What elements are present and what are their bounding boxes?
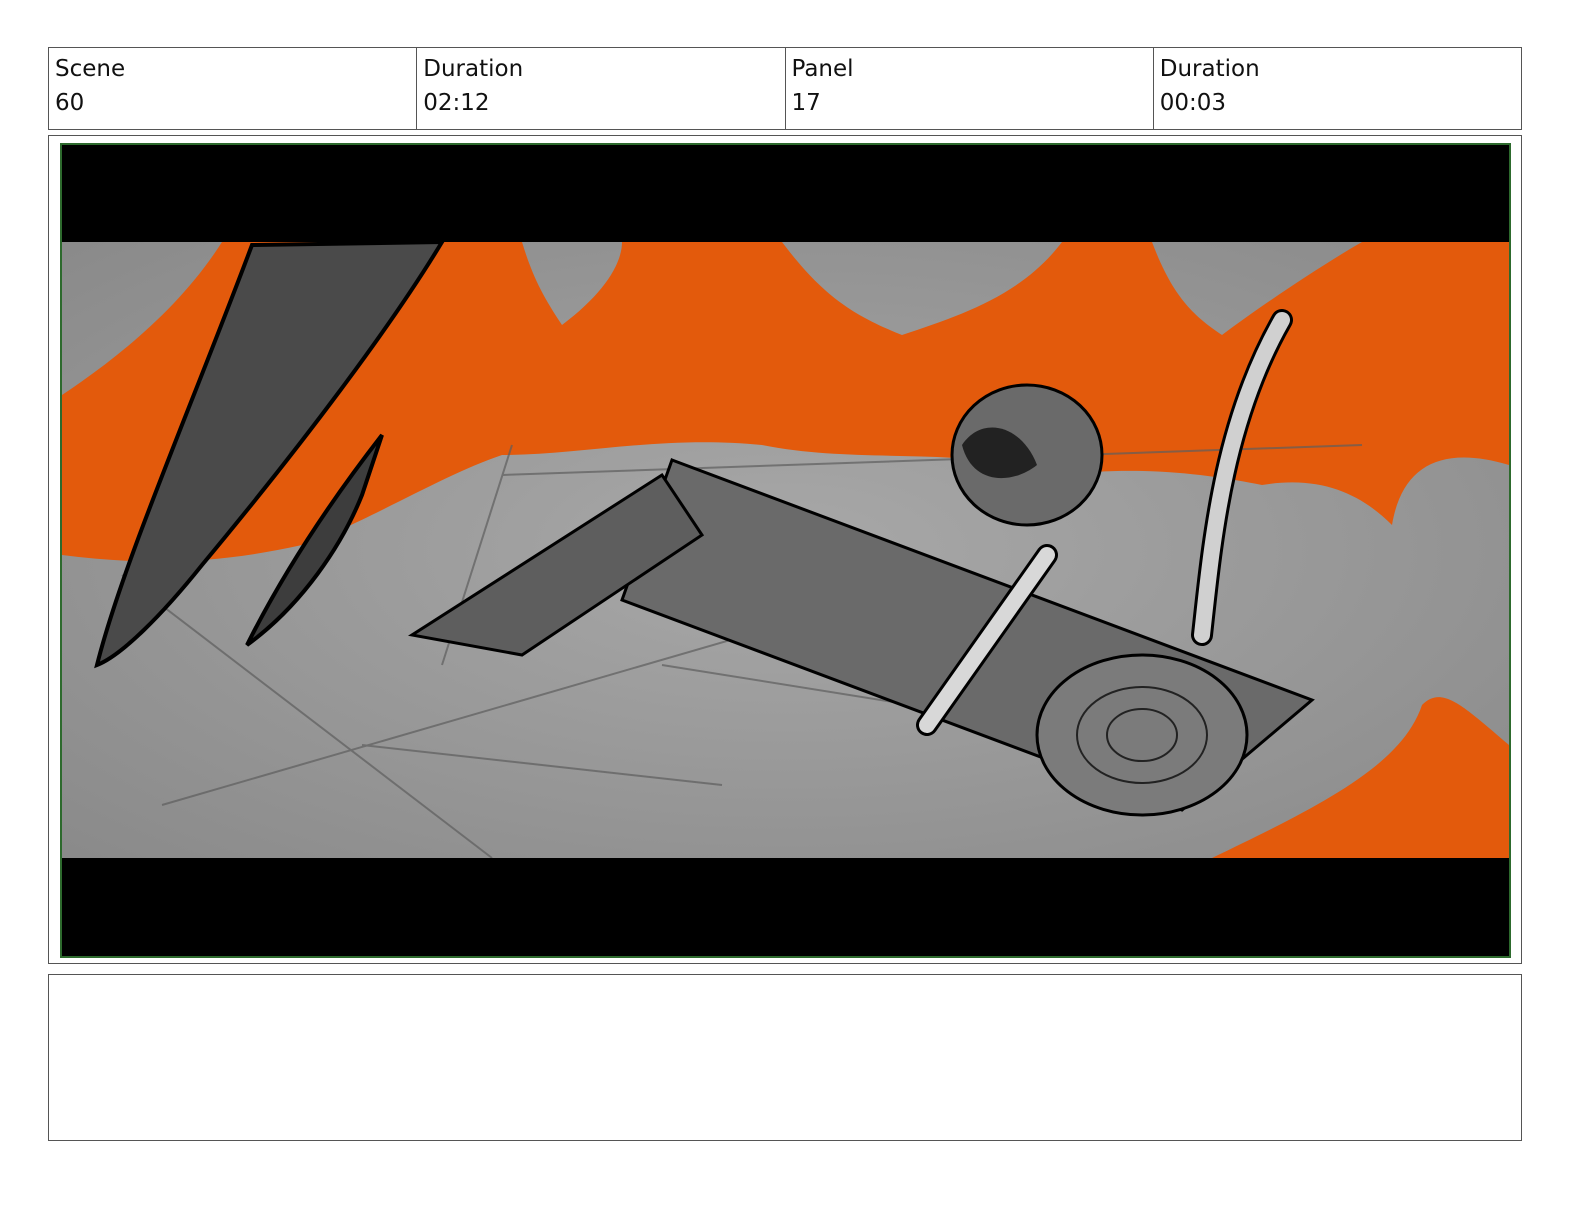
panel-duration-cell: Duration 00:03 bbox=[1154, 48, 1521, 129]
scene-artwork bbox=[62, 239, 1509, 859]
scene-cell: Scene 60 bbox=[49, 48, 418, 129]
panel-value: 17 bbox=[791, 90, 821, 116]
storyboard-frame-image bbox=[60, 143, 1511, 958]
panel-notes-box bbox=[48, 974, 1522, 1141]
scene-duration-value: 02:12 bbox=[423, 90, 490, 116]
panel-cell: Panel 17 bbox=[786, 48, 1154, 129]
scene-value: 60 bbox=[55, 90, 85, 116]
panel-duration-label: Duration bbox=[1159, 56, 1260, 82]
scene-duration-label: Duration bbox=[423, 56, 524, 82]
panel-info-table: Scene 60 Duration 02:12 Panel 17 Duratio… bbox=[48, 47, 1522, 130]
scene-label: Scene bbox=[55, 56, 126, 82]
scene-duration-cell: Duration 02:12 bbox=[417, 48, 786, 129]
panel-duration-value: 00:03 bbox=[1159, 90, 1227, 116]
storyboard-drawing bbox=[62, 145, 1509, 956]
panel-label: Panel bbox=[791, 56, 854, 82]
storyboard-panel-frame bbox=[48, 135, 1522, 964]
